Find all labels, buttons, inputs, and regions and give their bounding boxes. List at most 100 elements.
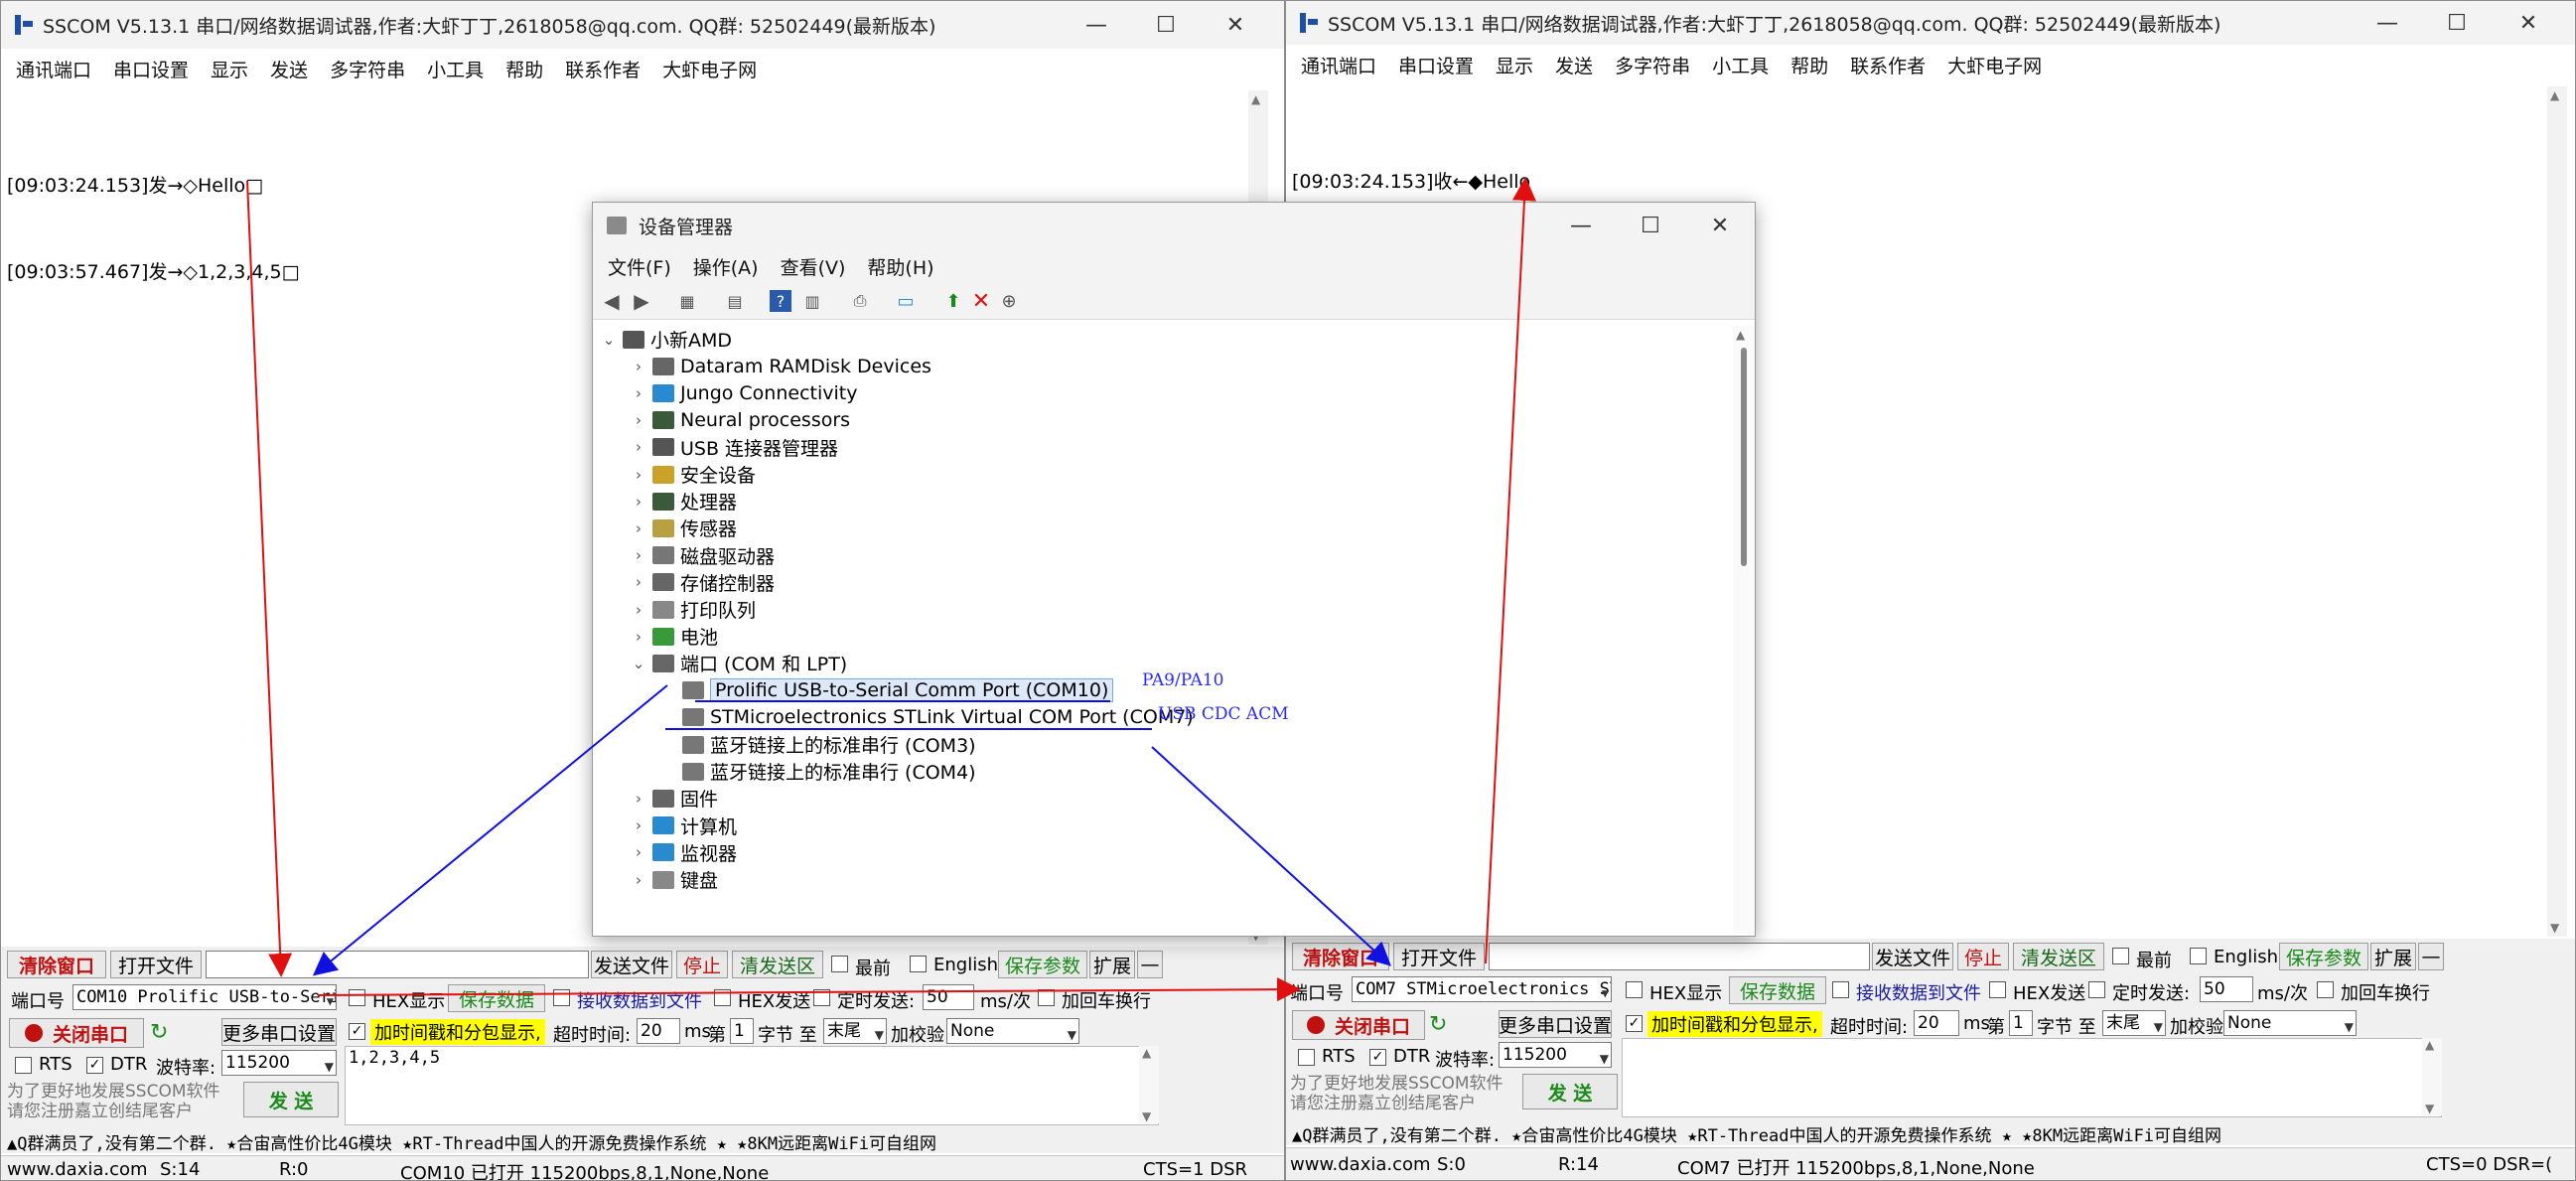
tree-port-0[interactable]: Prolific USB-to-Serial Comm Port (COM10) (658, 677, 1114, 704)
left-byte-end-select[interactable]: 末尾 ▼ (823, 1018, 887, 1044)
right-timed-interval-input[interactable]: 50 (2200, 976, 2253, 1002)
tree-category-3[interactable]: › USB 连接器管理器 (629, 434, 838, 461)
right-send-input[interactable] (1622, 1038, 2442, 1117)
devmgr-scrollbar[interactable]: ▲ (1733, 326, 1755, 934)
left-add-crlf-checkbox[interactable] (1038, 989, 1055, 1006)
chevron-right-icon[interactable]: › (629, 519, 648, 537)
chevron-down-icon[interactable]: ⌄ (599, 331, 619, 349)
tree-category-2[interactable]: › Neural processors (629, 407, 850, 434)
devmgr-close-button[interactable]: ✕ (1685, 203, 1755, 248)
left-collapse-button[interactable]: — (1137, 951, 1163, 978)
right-byte-start-input[interactable]: 1 (2009, 1010, 2033, 1036)
right-status-site[interactable]: www.daxia.com (1290, 1154, 1431, 1175)
left-send-scrollbar[interactable]: ▲ ▼ (1139, 1046, 1159, 1123)
tree-port-3[interactable]: 蓝牙链接上的标准串行 (COM4) (658, 758, 976, 785)
scan-hardware-icon[interactable]: ⎙ (847, 288, 873, 314)
right-refresh-icon[interactable]: ↻ (1429, 1012, 1447, 1037)
chevron-right-icon[interactable]: › (629, 871, 648, 889)
right-clear-window-button[interactable]: 清除窗口 (1292, 943, 1389, 970)
right-close-port-button[interactable]: 关闭串口 (1292, 1010, 1425, 1040)
right-save-params-button[interactable]: 保存参数 (2279, 943, 2368, 970)
tree-category-5[interactable]: › 处理器 (629, 488, 737, 515)
right-clear-send-button[interactable]: 清发送区 (2013, 943, 2104, 970)
right-menu-item-0[interactable]: 通讯端口 (1301, 52, 1376, 78)
right-english-checkbox[interactable] (2190, 948, 2207, 964)
left-save-params-button[interactable]: 保存参数 (998, 951, 1087, 978)
tree-port-2[interactable]: 蓝牙链接上的标准串行 (COM3) (658, 731, 976, 758)
tree-category-0[interactable]: › Dataram RAMDisk Devices (629, 353, 931, 379)
chevron-right-icon[interactable]: › (629, 790, 648, 808)
left-ad-bar[interactable]: ▲Q群满员了,没有第二个群. ★合宙高性价比4G模块 ★RT-Thread中国人… (1, 1127, 1284, 1153)
chevron-right-icon[interactable]: › (629, 573, 648, 591)
right-baud-select[interactable]: 115200 ▼ (1499, 1042, 1612, 1068)
left-expand-button[interactable]: 扩展 (1089, 951, 1135, 978)
right-open-file-button[interactable]: 打开文件 (1393, 943, 1485, 970)
chevron-right-icon[interactable]: › (629, 843, 648, 861)
right-topmost-checkbox[interactable] (2112, 948, 2129, 964)
left-menu-item-4[interactable]: 多字符串 (330, 56, 405, 82)
right-port-select[interactable]: COM7 STMicroelectronics ST ▼ (1352, 976, 1612, 1002)
left-send-input[interactable]: 1,2,3,4,5 (345, 1046, 1159, 1125)
left-menu-item-6[interactable]: 帮助 (505, 56, 543, 82)
left-timed-interval-input[interactable]: 50 (923, 984, 974, 1010)
right-menu-item-7[interactable]: 联系作者 (1850, 52, 1926, 78)
right-checksum-select[interactable]: None ▼ (2223, 1010, 2357, 1036)
left-menu-item-5[interactable]: 小工具 (427, 56, 484, 82)
tree-category-after-0[interactable]: › 固件 (629, 785, 718, 812)
left-open-file-button[interactable]: 打开文件 (110, 951, 202, 978)
left-timestamp-checkbox[interactable]: ✓ (349, 1023, 365, 1040)
right-recv-scrollbar[interactable]: ▲ ▼ (2547, 86, 2567, 937)
left-more-settings-button[interactable]: 更多串口设置 (221, 1018, 337, 1046)
help-icon[interactable]: ? (770, 290, 791, 312)
left-baud-select[interactable]: 115200 ▼ (221, 1050, 337, 1076)
right-menu-item-5[interactable]: 小工具 (1712, 52, 1769, 78)
devmgr-menu-item-3[interactable]: 帮助(H) (867, 253, 933, 280)
chevron-right-icon[interactable]: › (629, 358, 648, 375)
right-rts-checkbox[interactable] (1298, 1049, 1315, 1066)
left-dtr-checkbox[interactable]: ✓ (86, 1057, 103, 1074)
left-send-button[interactable]: 发 送 (243, 1082, 339, 1117)
devmgr-maximize-button[interactable]: ☐ (1616, 203, 1685, 248)
left-close-button[interactable]: ✕ (1201, 1, 1270, 49)
left-menu-item-2[interactable]: 显示 (211, 56, 248, 82)
chevron-right-icon[interactable]: › (629, 628, 648, 646)
left-rts-checkbox[interactable] (15, 1057, 32, 1074)
right-timeout-input[interactable]: 20 (1914, 1010, 1959, 1036)
tree-category-ports[interactable]: ⌄ 端口 (COM 和 LPT) (629, 650, 848, 676)
chevron-right-icon[interactable]: › (629, 601, 648, 619)
chevron-right-icon[interactable]: › (629, 438, 648, 456)
forward-arrow-icon[interactable]: ▶ (629, 288, 654, 314)
devmgr-menu-item-1[interactable]: 操作(A) (693, 253, 759, 280)
right-menu-item-2[interactable]: 显示 (1496, 52, 1533, 78)
right-send-file-button[interactable]: 发送文件 (1872, 943, 1953, 970)
tree-category-9[interactable]: › 打印队列 (629, 596, 756, 623)
right-hex-send-checkbox[interactable] (1989, 981, 2006, 998)
left-send-file-button[interactable]: 发送文件 (591, 951, 672, 978)
tree-root-computer[interactable]: ⌄ 小新AMD (599, 326, 732, 353)
right-promo-text[interactable]: 为了更好地发展SSCOM软件 请您注册嘉立创结尾客户 (1290, 1074, 1503, 1113)
left-hex-display-checkbox[interactable] (349, 989, 365, 1006)
left-minimize-button[interactable]: — (1062, 1, 1131, 49)
tree-port-1[interactable]: STMicroelectronics STLink Virtual COM Po… (658, 704, 1194, 731)
left-menu-item-3[interactable]: 发送 (270, 56, 308, 82)
left-byte-start-input[interactable]: 1 (730, 1018, 754, 1044)
view-icon[interactable]: ▥ (799, 288, 825, 314)
tree-category-10[interactable]: › 电池 (629, 623, 718, 650)
tree-category-after-2[interactable]: › 监视器 (629, 839, 737, 866)
right-send-scrollbar[interactable]: ▲ ▼ (2422, 1038, 2442, 1115)
left-recv-to-file-checkbox[interactable] (553, 989, 570, 1006)
left-file-path-input[interactable] (206, 951, 589, 978)
left-timeout-input[interactable]: 20 (637, 1018, 680, 1044)
left-clear-send-button[interactable]: 清发送区 (732, 951, 823, 978)
devmgr-scroll-thumb[interactable] (1741, 348, 1747, 566)
right-file-path-input[interactable] (1489, 943, 1870, 970)
devmgr-menu-item-0[interactable]: 文件(F) (608, 253, 671, 280)
right-dtr-checkbox[interactable]: ✓ (1369, 1049, 1386, 1066)
left-timed-send-checkbox[interactable] (813, 989, 830, 1006)
tree-category-6[interactable]: › 传感器 (629, 515, 737, 541)
left-menu-item-0[interactable]: 通讯端口 (16, 56, 91, 82)
right-expand-button[interactable]: 扩展 (2370, 943, 2416, 970)
left-topmost-checkbox[interactable] (831, 956, 848, 972)
left-checksum-select[interactable]: None ▼ (946, 1018, 1079, 1044)
left-stop-button[interactable]: 停止 (676, 951, 728, 978)
